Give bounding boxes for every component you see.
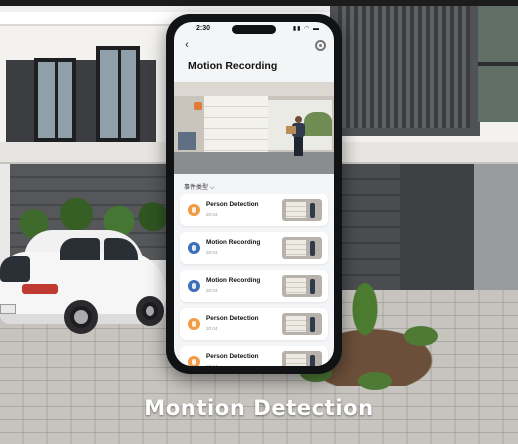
camera-notch	[232, 25, 276, 34]
filter-label: 事件类型	[184, 185, 209, 191]
event-title: Person Detection	[206, 201, 259, 208]
app-screen: 2:30 ▮▮ ◠ ▬ ‹ Motion Recording 事件类型 ⌵ Per…	[174, 22, 334, 366]
delivery-person-image	[286, 116, 305, 156]
event-thumbnail[interactable]	[282, 351, 322, 366]
person-detection-icon	[188, 204, 200, 216]
status-time: 2:30	[196, 25, 211, 32]
wood-slat-facade	[338, 6, 470, 128]
event-title: Motion Recording	[206, 239, 261, 246]
chevron-down-icon: ⌵	[210, 185, 215, 191]
event-thumbnail[interactable]	[282, 313, 322, 335]
bush	[358, 372, 392, 390]
status-bar: 2:30 ▮▮ ◠ ▬	[174, 22, 334, 38]
event-title: Motion Recording	[206, 277, 261, 284]
app-header: ‹ Motion Recording	[174, 38, 334, 82]
smartphone: 2:30 ▮▮ ◠ ▬ ‹ Motion Recording 事件类型 ⌵ Per…	[166, 14, 342, 374]
event-time: 20:04	[206, 250, 218, 255]
list-item[interactable]: Motion Recording 20:04	[180, 270, 328, 302]
event-time: 20:04	[206, 288, 218, 293]
small-tree	[352, 282, 378, 336]
event-time: 20:04	[206, 212, 218, 217]
white-car	[0, 226, 172, 336]
house-window	[34, 58, 76, 142]
list-item[interactable]: Person Detection 20:04	[180, 346, 328, 366]
garage-door-image	[204, 96, 268, 154]
car-wheel	[64, 300, 98, 334]
list-item[interactable]: Person Detection 20:04	[180, 194, 328, 226]
event-thumbnail[interactable]	[282, 237, 322, 259]
event-time: 20:04	[206, 364, 218, 366]
back-arrow-icon[interactable]: ‹	[180, 38, 194, 52]
gear-icon[interactable]	[315, 40, 326, 51]
event-title: Person Detection	[206, 353, 259, 360]
signal-battery-icon: ▮▮ ◠ ▬	[292, 26, 320, 32]
bush	[404, 326, 438, 346]
house-window	[96, 46, 140, 142]
caption-title: Montion Detection	[144, 396, 374, 420]
event-title: Person Detection	[206, 315, 259, 322]
list-item[interactable]: Motion Recording 20:04	[180, 232, 328, 264]
event-type-filter[interactable]: 事件类型 ⌵	[184, 182, 215, 192]
list-item[interactable]: Person Detection 20:04	[180, 308, 328, 340]
person-detection-icon	[188, 318, 200, 330]
event-time: 20:04	[206, 326, 218, 331]
motion-recording-icon	[188, 280, 200, 292]
car-wheel	[136, 296, 164, 326]
event-thumbnail[interactable]	[282, 275, 322, 297]
camera-live-view[interactable]	[174, 82, 334, 174]
motion-recording-icon	[188, 242, 200, 254]
balcony-glass	[478, 6, 518, 122]
page-title: Motion Recording	[188, 60, 278, 72]
event-thumbnail[interactable]	[282, 199, 322, 221]
event-list: Person Detection 20:04 Motion Recording 20:…	[180, 194, 328, 366]
person-detection-icon	[188, 356, 200, 366]
